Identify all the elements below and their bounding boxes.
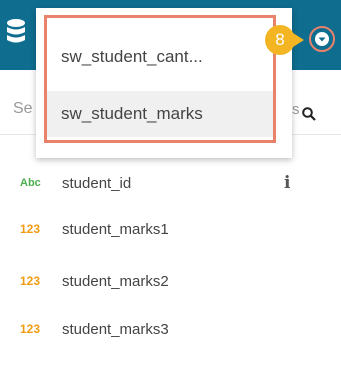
list-item[interactable]: 123 student_marks3 bbox=[0, 312, 341, 346]
dataset-option-selected[interactable]: sw_student_marks bbox=[47, 91, 273, 137]
dataset-option[interactable]: sw_student_cant... bbox=[47, 34, 273, 80]
info-icon[interactable]: i bbox=[284, 173, 290, 193]
search-input[interactable]: Se bbox=[13, 100, 33, 118]
dataset-dropdown-toggle[interactable] bbox=[309, 26, 335, 52]
dataset-dropdown-menu: sw_student_cant... sw_student_marks bbox=[36, 8, 292, 158]
number-type-icon: 123 bbox=[20, 322, 41, 336]
text-type-icon: Abc bbox=[20, 177, 41, 189]
column-name: student_marks2 bbox=[62, 272, 169, 290]
list-item[interactable]: Abc student_id i bbox=[0, 166, 341, 200]
step-badge: 8 bbox=[265, 25, 304, 55]
column-name: student_marks1 bbox=[62, 220, 169, 238]
chevron-down-icon bbox=[315, 32, 329, 46]
column-name: student_id bbox=[62, 174, 132, 192]
list-item[interactable]: 123 student_marks2 bbox=[0, 264, 341, 298]
search-icon[interactable] bbox=[302, 107, 316, 126]
database-icon[interactable] bbox=[6, 18, 26, 53]
number-type-icon: 123 bbox=[20, 274, 41, 288]
list-item[interactable]: 123 student_marks1 bbox=[0, 212, 341, 246]
number-type-icon: 123 bbox=[20, 222, 41, 236]
search-placeholder-tail: s bbox=[292, 101, 300, 118]
column-name: student_marks3 bbox=[62, 320, 169, 338]
